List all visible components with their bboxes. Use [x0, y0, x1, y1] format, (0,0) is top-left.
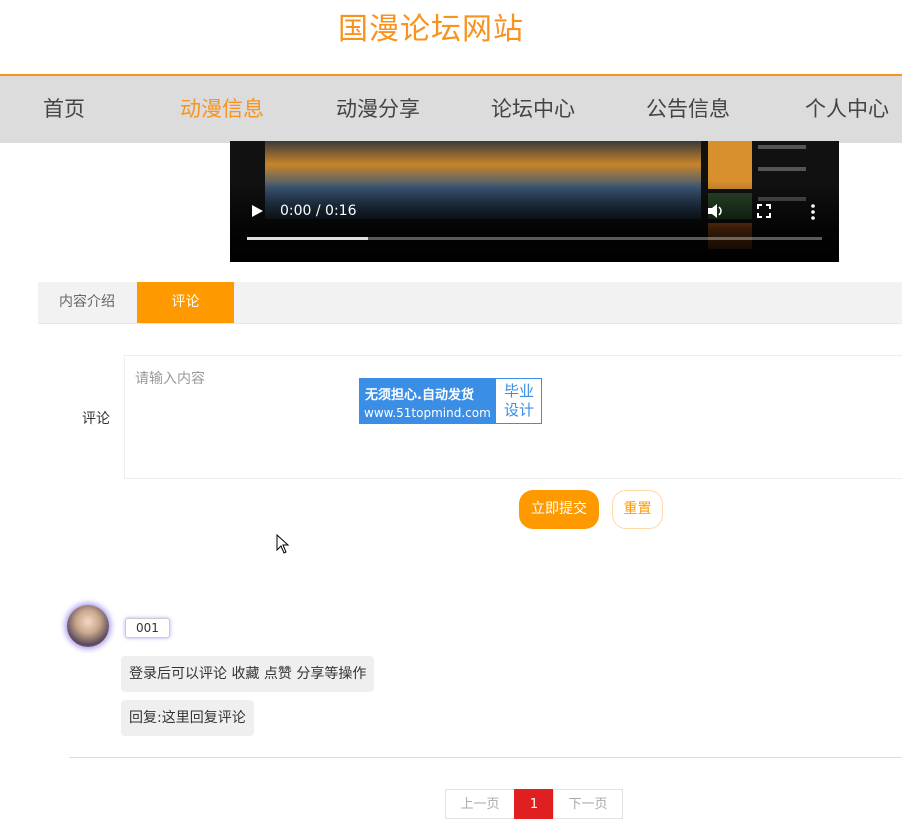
page-current[interactable]: 1 [514, 789, 554, 819]
watermark-line2: www.51topmind.com [364, 406, 491, 420]
more-options-icon[interactable] [810, 204, 816, 220]
reset-button[interactable]: 重置 [612, 490, 663, 529]
play-icon[interactable] [250, 204, 264, 218]
nav-item-announcements[interactable]: 公告信息 [646, 93, 730, 123]
comment-label: 评论 [82, 411, 110, 427]
fullscreen-icon[interactable] [757, 204, 771, 218]
comment-content: 登录后可以评论 收藏 点赞 分享等操作 [121, 656, 375, 692]
comment-placeholder: 请输入内容 [135, 371, 205, 387]
video-time: 0:00 / 0:16 [280, 203, 357, 219]
submit-button[interactable]: 立即提交 [519, 490, 599, 529]
watermark-line1: 无须担心.自动发货 [365, 388, 474, 403]
video-player[interactable]: 0:00 / 0:16 [230, 141, 839, 262]
watermark-side1: 毕业 [503, 382, 534, 400]
content-tabs: 内容介绍 评论 [38, 282, 902, 324]
divider [69, 757, 902, 758]
video-progress-bar[interactable] [247, 237, 822, 240]
tab-comments[interactable]: 评论 [137, 282, 234, 323]
site-title: 国漫论坛网站 [338, 12, 524, 47]
nav-item-forum[interactable]: 论坛中心 [491, 93, 575, 123]
nav-item-anime-share[interactable]: 动漫分享 [336, 93, 420, 123]
video-progress-fill [247, 237, 368, 240]
main-nav: 首页 动漫信息 动漫分享 论坛中心 公告信息 个人中心 [0, 74, 902, 143]
tab-content-intro[interactable]: 内容介绍 [38, 282, 136, 323]
nav-item-personal-center[interactable]: 个人中心 [805, 93, 889, 123]
next-page-button[interactable]: 下一页 [553, 789, 623, 819]
mouse-cursor-icon [276, 534, 290, 554]
nav-item-anime-info[interactable]: 动漫信息 [180, 93, 264, 123]
comment-reply: 回复:这里回复评论 [121, 700, 254, 736]
avatar[interactable] [67, 605, 109, 647]
prev-page-button[interactable]: 上一页 [445, 789, 515, 819]
volume-icon[interactable] [707, 203, 725, 219]
comment-username: 001 [125, 618, 170, 638]
nav-item-home[interactable]: 首页 [43, 93, 85, 123]
watermark-badge: 无须担心.自动发货 www.51topmind.com 毕业 设计 [359, 378, 542, 424]
watermark-side2: 设计 [503, 401, 534, 419]
